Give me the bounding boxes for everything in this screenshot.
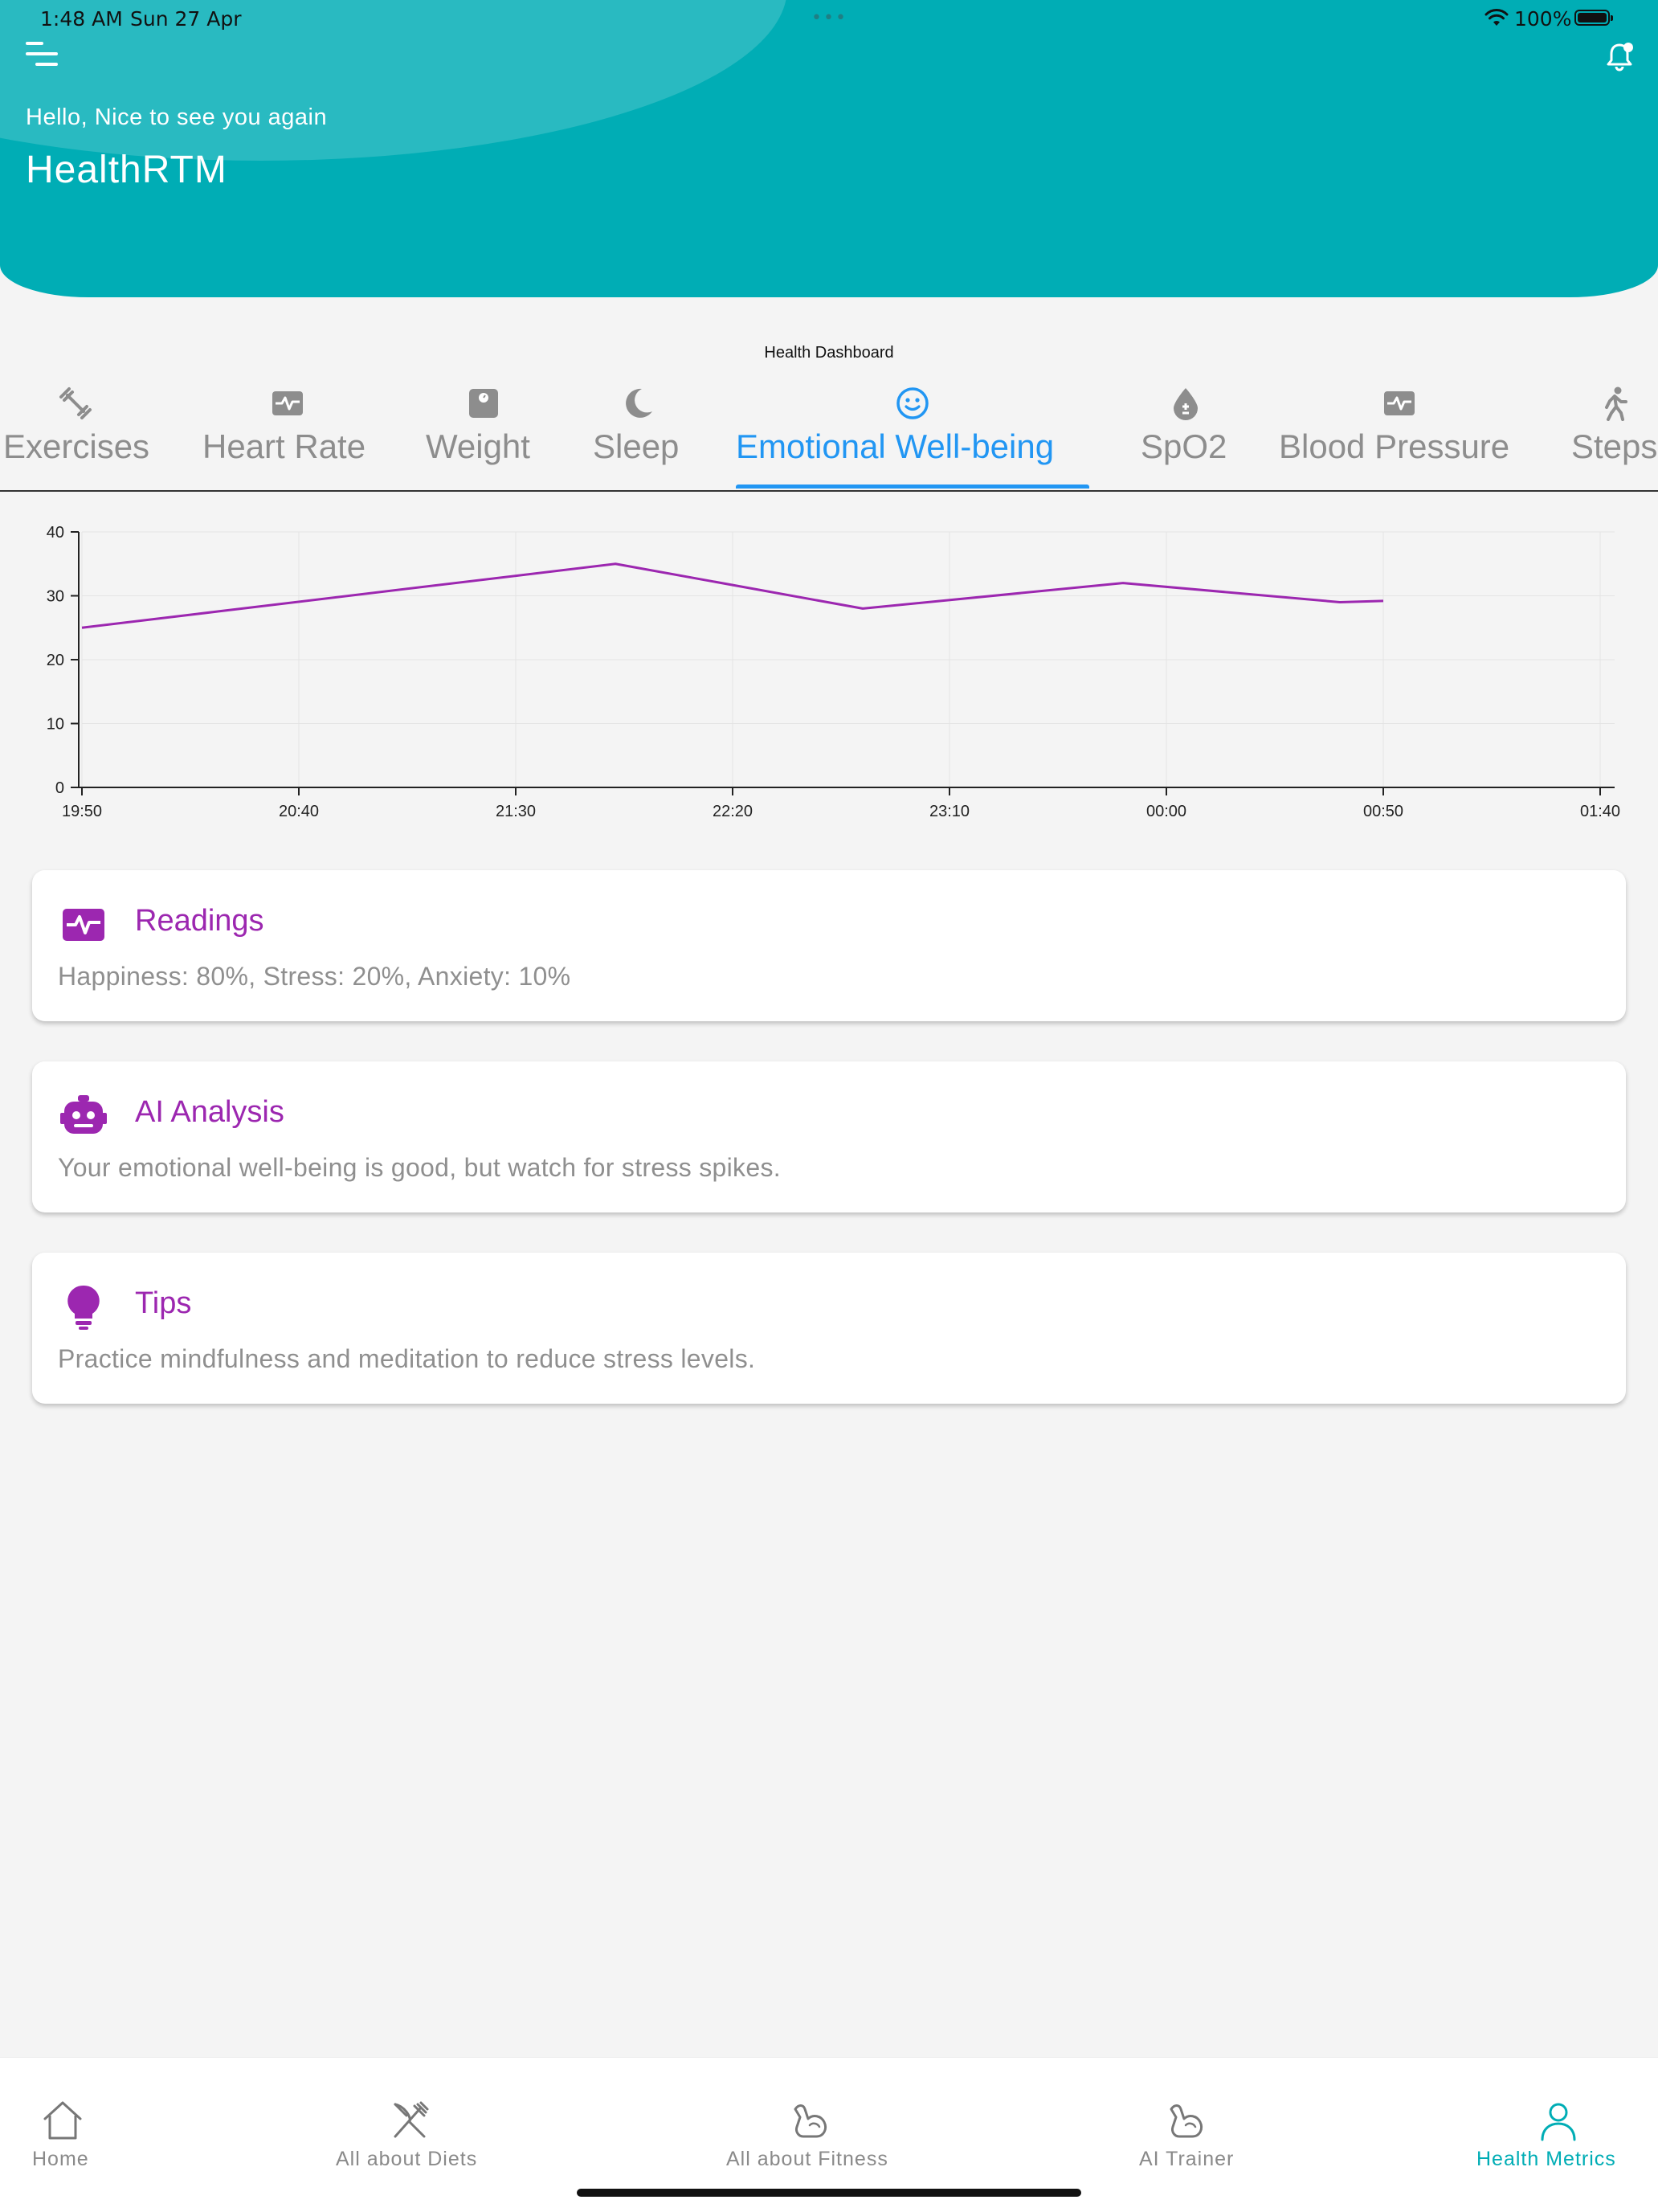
nav-label: AI Trainer <box>1139 2148 1234 2171</box>
drop-icon <box>1168 386 1203 421</box>
line-chart: 0 10 20 30 40 19:50 20:40 21:30 22:20 23:10 00:00 0… <box>0 514 1658 836</box>
tab-label: Weight <box>426 427 530 466</box>
status-date: Sun 27 Apr <box>130 7 242 31</box>
tab-heart-rate[interactable]: Heart Rate <box>201 378 378 489</box>
tab-label: Steps <box>1571 427 1657 466</box>
card-title: Readings <box>135 904 264 938</box>
readings-card: Readings Happiness: 80%, Stress: 20%, An… <box>32 870 1626 1021</box>
monitor-pulse-icon <box>1382 386 1417 421</box>
notification-bell-icon[interactable] <box>1603 40 1636 72</box>
tab-emotional-well-being[interactable]: Emotional Well-being <box>734 378 1091 489</box>
tab-sleep[interactable]: Sleep <box>593 378 689 489</box>
tab-label: Heart Rate <box>202 427 365 466</box>
x-tick-label: 00:50 <box>1363 803 1403 820</box>
x-tick-label: 01:40 <box>1580 803 1620 820</box>
dumbbell-icon <box>58 386 93 421</box>
battery-icon <box>1574 10 1610 26</box>
emotional-chart: 0 10 20 30 40 19:50 20:40 21:30 22:20 23:10 00:00 0… <box>0 514 1658 836</box>
active-tab-indicator <box>736 485 1089 489</box>
card-title: AI Analysis <box>135 1095 284 1130</box>
x-tick-label: 22:20 <box>713 803 753 820</box>
metric-tabs: Exercises Heart Rate Weight Sleep Emot <box>0 378 1658 492</box>
fork-knife-icon <box>387 2098 432 2143</box>
x-tick-label: 00:00 <box>1146 803 1186 820</box>
scale-icon <box>466 386 501 421</box>
y-tick-label: 30 <box>47 588 64 606</box>
heart-monitor-icon <box>59 901 108 949</box>
y-tick-label: 40 <box>47 524 64 542</box>
wifi-icon <box>1484 8 1509 27</box>
home-icon <box>40 2098 85 2143</box>
y-tick-label: 10 <box>47 716 64 734</box>
tab-label: Emotional Well-being <box>736 427 1054 466</box>
nav-label: Health Metrics <box>1476 2148 1616 2171</box>
person-icon <box>1536 2098 1581 2143</box>
y-tick-label: 20 <box>47 652 64 669</box>
tips-card: Tips Practice mindfulness and meditation… <box>32 1253 1626 1404</box>
tab-label: Blood Pressure <box>1279 427 1509 466</box>
tab-spo2[interactable]: SpO2 <box>1141 378 1231 489</box>
flexed-arm-icon <box>789 2098 834 2143</box>
lightbulb-icon <box>59 1283 108 1331</box>
ai-analysis-card: AI Analysis Your emotional well-being is… <box>32 1061 1626 1212</box>
tab-blood-pressure[interactable]: Blood Pressure <box>1277 378 1521 489</box>
tab-label: Exercises <box>3 427 149 466</box>
tab-label: SpO2 <box>1141 427 1227 466</box>
status-time: 1:48 AM <box>40 7 123 31</box>
nav-health-metrics[interactable]: Health Metrics <box>1470 2058 1647 2178</box>
multitask-dots[interactable]: ••• <box>811 8 847 28</box>
walking-icon <box>1597 386 1632 421</box>
nav-label: Home <box>32 2148 89 2171</box>
flexed-arm-icon <box>1165 2098 1210 2143</box>
robot-icon <box>59 1092 108 1140</box>
card-body: Your emotional well-being is good, but w… <box>58 1153 781 1183</box>
tab-label: Sleep <box>593 427 679 466</box>
dashboard-label: Health Dashboard <box>0 344 1658 362</box>
nav-all-about-diets[interactable]: All about Diets <box>321 2058 498 2178</box>
x-tick-label: 23:10 <box>929 803 970 820</box>
nav-label: All about Fitness <box>726 2148 888 2171</box>
battery-percentage: 100% <box>1514 7 1571 31</box>
greeting-text: Hello, Nice to see you again <box>26 104 327 131</box>
tab-exercises[interactable]: Exercises <box>0 378 161 489</box>
moon-icon <box>620 386 655 421</box>
x-tick-label: 19:50 <box>62 803 102 820</box>
card-body: Happiness: 80%, Stress: 20%, Anxiety: 10… <box>58 962 570 992</box>
tab-weight[interactable]: Weight <box>426 378 546 489</box>
x-tick-label: 21:30 <box>496 803 536 820</box>
nav-label: All about Diets <box>336 2148 477 2171</box>
status-bar: 1:48 AM Sun 27 Apr ••• 100% <box>0 0 1658 39</box>
smiley-icon <box>895 386 930 421</box>
tab-steps[interactable]: Steps <box>1571 378 1658 489</box>
nav-all-about-fitness[interactable]: All about Fitness <box>715 2058 924 2178</box>
x-tick-label: 20:40 <box>279 803 319 820</box>
heart-monitor-icon <box>270 386 305 421</box>
card-body: Practice mindfulness and meditation to r… <box>58 1344 755 1374</box>
app-header: 1:48 AM Sun 27 Apr ••• 100% Hello, Nice … <box>0 0 1658 297</box>
nav-ai-trainer[interactable]: AI Trainer <box>1125 2058 1253 2178</box>
nav-home[interactable]: Home <box>0 2058 129 2178</box>
app-title: HealthRTM <box>26 148 227 192</box>
menu-icon[interactable] <box>24 39 61 69</box>
y-tick-label: 0 <box>55 779 64 797</box>
card-title: Tips <box>135 1286 191 1321</box>
home-indicator[interactable] <box>577 2189 1081 2197</box>
